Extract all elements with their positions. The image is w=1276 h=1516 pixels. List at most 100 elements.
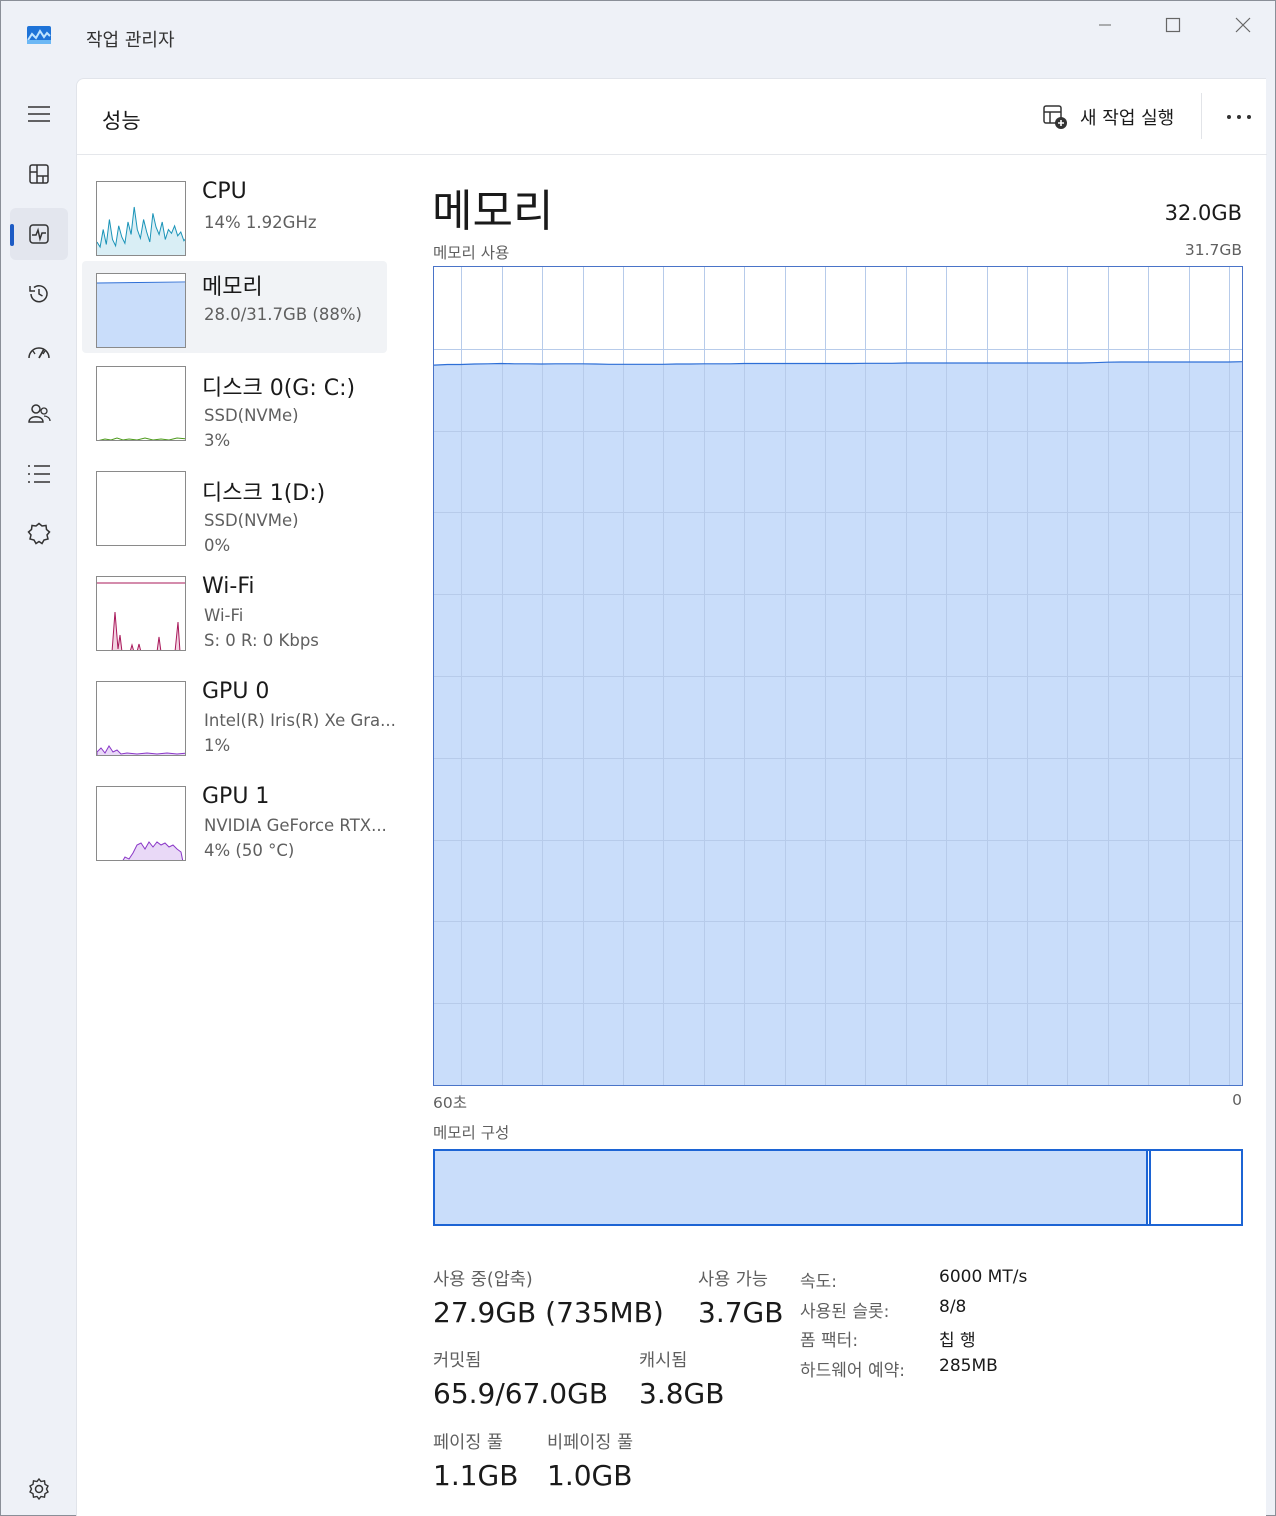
run-new-task-label: 새 작업 실행 <box>1080 108 1175 129</box>
composition-label: 메모리 구성 <box>433 1124 510 1142</box>
composition-in-use <box>435 1151 1148 1224</box>
device-name: GPU 0 <box>202 679 270 704</box>
nav-processes[interactable] <box>10 148 68 200</box>
committed-value: 65.9/67.0GB <box>433 1377 609 1410</box>
device-cpu[interactable]: CPU 14% 1.92GHz <box>82 177 387 269</box>
minimize-icon <box>1099 24 1111 26</box>
users-icon <box>28 404 51 423</box>
gpu1-mini-graph-area <box>122 841 184 860</box>
hardware-reserved-value: 285MB <box>939 1356 998 1376</box>
hamburger-menu-icon <box>28 106 50 122</box>
device-usage: 0% <box>204 536 231 555</box>
memory-mini-graph-line <box>97 281 185 284</box>
memory-usage-area <box>434 361 1242 1085</box>
device-thumbnail <box>96 786 186 861</box>
nav-startup-apps[interactable] <box>10 328 68 380</box>
page-title: 성능 <box>102 109 141 133</box>
nav-app-history[interactable] <box>10 268 68 320</box>
slots-used-label: 사용된 슬롯: <box>800 1302 890 1322</box>
gpu0-mini-graph-area <box>97 745 185 755</box>
memory-usage-chart <box>434 267 1242 1085</box>
memory-mini-graph-area <box>97 283 185 347</box>
nonpaged-pool-label: 비페이징 풀 <box>547 1433 634 1453</box>
composition-modified <box>1148 1151 1151 1224</box>
disk0-mini-graph <box>98 437 185 440</box>
app-title: 작업 관리자 <box>86 30 175 51</box>
new-task-icon <box>1043 105 1067 129</box>
task-manager-icon <box>27 26 51 44</box>
available-label: 사용 가능 <box>698 1270 768 1290</box>
nav-services[interactable] <box>10 508 68 560</box>
nav-performance[interactable] <box>10 208 68 260</box>
device-thumbnail <box>96 471 186 546</box>
maximize-button[interactable] <box>1150 10 1196 40</box>
device-gpu-0[interactable]: GPU 0 Intel(R) Iris(R) Xe Gra... 1% <box>82 677 396 769</box>
nav-menu-button[interactable] <box>10 88 68 140</box>
device-name: 디스크 1(D:) <box>202 481 326 506</box>
close-icon <box>1235 17 1251 33</box>
paged-pool-label: 페이징 풀 <box>433 1433 503 1453</box>
speed-value: 6000 MT/s <box>939 1267 1028 1287</box>
device-disk-0[interactable]: 디스크 0(G: C:) SSD(NVMe) 3% <box>82 362 387 454</box>
wifi-mini-graph-area <box>111 611 181 650</box>
device-detail: 28.0/31.7GB (88%) <box>204 305 362 324</box>
device-thumbnail <box>96 273 186 348</box>
device-detail: NVIDIA GeForce RTX... <box>204 816 387 835</box>
time-axis-right: 0 <box>1232 1091 1242 1109</box>
device-thumbnail <box>96 181 186 256</box>
committed-label: 커밋됨 <box>433 1351 482 1371</box>
device-detail: Intel(R) Iris(R) Xe Gra... <box>204 711 396 730</box>
more-options-button[interactable] <box>1217 99 1261 135</box>
memory-composition-bar <box>433 1149 1243 1226</box>
slots-used-value: 8/8 <box>939 1297 967 1317</box>
device-detail: 14% 1.92GHz <box>204 213 317 232</box>
device-name: 디스크 0(G: C:) <box>202 376 356 401</box>
main-panel: 성능 새 작업 실행 CPU 14% 1.92GHz 메모리 28.0/31.7… <box>76 78 1267 1516</box>
nav-users[interactable] <box>10 388 68 440</box>
speed-label: 속도: <box>800 1272 838 1292</box>
device-disk-1[interactable]: 디스크 1(D:) SSD(NVMe) 0% <box>82 467 387 559</box>
time-axis-left: 60초 <box>433 1094 467 1112</box>
device-thumbnail <box>96 681 186 756</box>
performance-icon <box>29 224 49 244</box>
device-detail: SSD(NVMe) <box>204 406 299 425</box>
device-wifi[interactable]: Wi-Fi Wi-Fi S: 0 R: 0 Kbps <box>82 572 387 664</box>
disk0-mini-graph-line <box>98 437 185 440</box>
paged-pool-value: 1.1GB <box>433 1459 519 1492</box>
nav-details[interactable] <box>10 448 68 500</box>
more-options-icon <box>1227 115 1251 119</box>
nav-rail <box>0 78 76 1516</box>
services-icon <box>27 522 51 545</box>
nonpaged-pool-value: 1.0GB <box>547 1459 633 1492</box>
form-factor-label: 폼 팩터: <box>800 1331 859 1351</box>
details-icon <box>28 465 50 483</box>
available-value: 3.7GB <box>698 1296 784 1329</box>
cached-label: 캐시됨 <box>639 1351 688 1371</box>
detail-title: 메모리 <box>432 186 554 237</box>
graph-max-label: 31.7GB <box>1184 241 1242 259</box>
device-memory[interactable]: 메모리 28.0/31.7GB (88%) <box>82 261 387 353</box>
in-use-value: 27.9GB (735MB) <box>433 1296 664 1329</box>
maximize-icon <box>1165 17 1181 33</box>
graph-label: 메모리 사용 <box>433 244 510 262</box>
gpu0-mini-graph <box>97 745 185 755</box>
title-bar: 작업 관리자 <box>0 0 1276 78</box>
run-new-task-button[interactable]: 새 작업 실행 <box>1032 95 1184 139</box>
device-usage: 1% <box>204 736 231 755</box>
device-usage: 3% <box>204 431 231 450</box>
minimize-button[interactable] <box>1082 10 1128 40</box>
device-name: GPU 1 <box>202 784 270 809</box>
startup-apps-icon <box>28 347 50 359</box>
wifi-mini-graph <box>97 582 185 650</box>
memory-total: 32.0GB <box>1164 201 1242 225</box>
cached-value: 3.8GB <box>639 1377 725 1410</box>
device-throughput: S: 0 R: 0 Kbps <box>204 631 319 650</box>
settings-icon <box>29 1477 49 1501</box>
device-detail: Wi-Fi <box>204 606 244 625</box>
close-button[interactable] <box>1220 10 1266 40</box>
nav-settings[interactable] <box>10 1463 68 1515</box>
header-divider <box>1201 93 1202 139</box>
device-gpu-1[interactable]: GPU 1 NVIDIA GeForce RTX... 4% (50 °C) <box>82 782 387 874</box>
device-thumbnail <box>96 576 186 651</box>
device-usage: 4% (50 °C) <box>204 841 295 860</box>
